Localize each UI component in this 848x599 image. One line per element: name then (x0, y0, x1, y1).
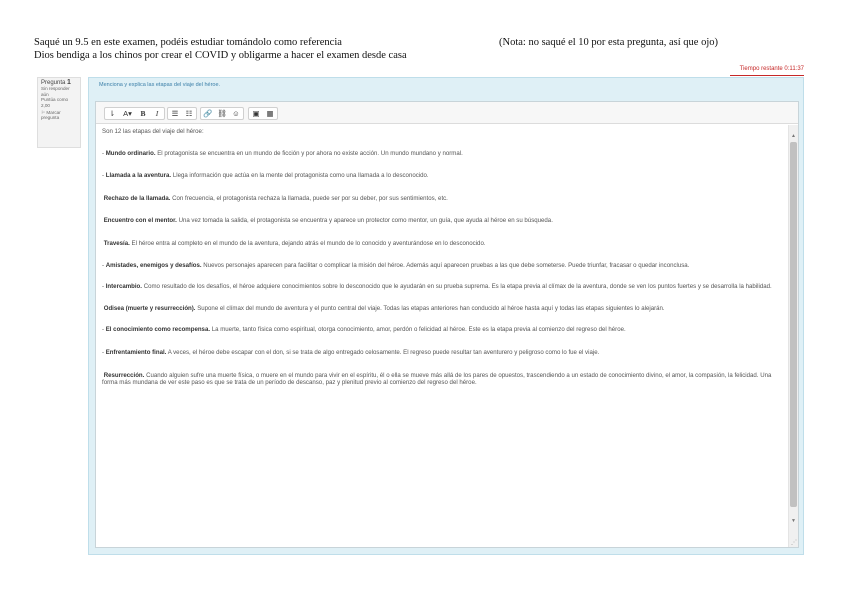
stage-text: Con frecuencia, el protagonista rechaza … (172, 194, 448, 202)
toolbar-group-media: ▣ ▦ (248, 107, 278, 120)
editor-scrollbar[interactable]: ▲ ▼ (788, 125, 798, 547)
stage-title-period: . (193, 304, 196, 312)
question-text: Menciona y explica las etapas del viaje … (99, 82, 221, 88)
toolbar-group-links: 🔗 ⛓ ☺ (200, 107, 244, 120)
caption-line-1: Saqué un 9.5 en este examen, podéis estu… (34, 37, 342, 48)
image-button[interactable]: ▣ (249, 108, 263, 119)
stage-title: El conocimiento como recompensa (105, 326, 209, 334)
scroll-up-arrow-icon[interactable]: ▲ (791, 133, 796, 139)
stage-title: Resurrección (103, 371, 143, 379)
stage-title: Amistades, enemigos y desafíos (105, 261, 200, 269)
stage-text: El héroe entra al completo en el mundo d… (131, 239, 486, 247)
stage-title-period: . (140, 283, 142, 291)
stage-text: Una vez tomada la salida, el protagonist… (178, 217, 553, 225)
stage-title-period: . (153, 149, 156, 157)
scroll-thumb[interactable] (790, 142, 797, 507)
stage-text: Como resultado de los desafíos, el héroe… (143, 283, 772, 291)
stage-title: Mundo ordinario (105, 149, 154, 157)
media-button[interactable]: ▦ (263, 108, 277, 119)
stage-title-period: . (169, 172, 172, 180)
answer-stage-paragraph: Travesía. El héroe entra al completo en … (102, 240, 780, 248)
stage-text: Cuando alguien sufre una muerte física, … (102, 371, 772, 387)
answer-intro: Son 12 las etapas del viaje del héroe: (102, 128, 204, 135)
link-button[interactable]: 🔗 (201, 108, 215, 119)
bold-button[interactable]: B (136, 108, 150, 119)
toolbar-group-lists: ☰ ☷ (167, 107, 197, 120)
stage-title-period: . (208, 326, 211, 334)
answer-stage-paragraph: - El conocimiento como recompensa. La mu… (102, 326, 780, 334)
answer-text-area[interactable]: Son 12 las etapas del viaje del héroe: -… (96, 125, 786, 546)
answer-stage-paragraph: - Amistades, enemigos y desafíos. Nuevos… (102, 262, 780, 270)
stage-text: A veces, el héroe debe escapar con el do… (167, 348, 600, 356)
stage-title-period: . (164, 348, 167, 356)
answer-stage-paragraph: - Llamada a la aventura. Llega informaci… (102, 172, 780, 180)
stage-text: Llega información que actúa en la mente … (172, 172, 429, 180)
stage-text: El protagonista se encuentra en un mundo… (157, 149, 463, 157)
flag-icon: ⚐ (41, 110, 46, 116)
answer-stage-paragraph: Resurrección. Cuando alguien sufre una m… (102, 372, 780, 387)
collapse-toolbar-button[interactable]: ⇂ (105, 108, 119, 119)
answer-stage-paragraph: Odisea (muerte y resurrección). Supone e… (102, 305, 780, 313)
stage-text: Nuevos personajes aparecen para facilita… (203, 261, 690, 269)
editor-toolbar: ⇂ A▾ B I ☰ ☷ 🔗 ⛓ ☺ ▣ ▦ (96, 102, 798, 124)
unlink-button[interactable]: ⛓ (215, 108, 229, 119)
numbered-list-button[interactable]: ☷ (182, 108, 196, 119)
caption-line-2: Dios bendiga a los chinos por crear el C… (34, 50, 407, 61)
answer-stage-paragraph: Rechazo de la llamada. Con frecuencia, e… (102, 195, 780, 203)
stage-text: La muerte, tanto física como espiritual,… (211, 326, 626, 334)
question-marks: Puntúa como 2,00 (41, 97, 69, 108)
stage-title: Travesía (103, 239, 129, 247)
stage-title: Encuentro con el mentor (103, 217, 176, 225)
stage-title: Odisea (muerte y resurrección) (103, 304, 194, 312)
stage-title-period: . (199, 261, 202, 269)
question-status: Sin responder aún (41, 86, 70, 97)
stage-title-period: . (128, 239, 130, 247)
italic-button[interactable]: I (150, 108, 164, 119)
question-label: Pregunta (41, 80, 66, 86)
answer-stage-paragraph: Encuentro con el mentor. Una vez tomada … (102, 217, 780, 225)
stage-title: Rechazo de la llamada (103, 194, 169, 202)
question-box: Menciona y explica las etapas del viaje … (88, 77, 804, 555)
answer-stage-paragraph: - Mundo ordinario. El protagonista se en… (102, 150, 780, 158)
caption-note: (Nota: no saqué el 10 por esta pregunta,… (499, 37, 718, 48)
question-number-value: 1 (67, 79, 71, 86)
font-style-button[interactable]: A▾ (119, 108, 136, 119)
flag-question-link[interactable]: ⚐ Marcar pregunta (41, 110, 77, 121)
stage-title-period: . (142, 371, 145, 379)
question-info-panel: Pregunta 1 Sin responder aún Puntúa como… (37, 77, 81, 148)
stage-title: Enfrentamiento final (105, 348, 165, 356)
emoji-button[interactable]: ☺ (229, 108, 243, 119)
stage-text: Supone el clímax del mundo de aventura y… (197, 304, 665, 312)
answer-stage-paragraph: - Enfrentamiento final. A veces, el héro… (102, 349, 780, 357)
stage-title: Llamada a la aventura (105, 172, 170, 180)
toolbar-group-style: ⇂ A▾ B I (104, 107, 165, 120)
time-remaining: Tiempo restante 0:11:37 (730, 66, 804, 76)
resize-handle-icon[interactable]: ⋰ (791, 539, 797, 546)
stage-title: Intercambio (105, 283, 141, 291)
bullet-list-button[interactable]: ☰ (168, 108, 182, 119)
scroll-down-arrow-icon[interactable]: ▼ (791, 518, 796, 524)
answer-stage-paragraph: - Intercambio. Como resultado de los des… (102, 283, 780, 291)
stage-title-period: . (168, 194, 171, 202)
answer-editor: ⇂ A▾ B I ☰ ☷ 🔗 ⛓ ☺ ▣ ▦ Son 12 las etapas… (95, 101, 799, 548)
stage-title-period: . (175, 217, 177, 225)
